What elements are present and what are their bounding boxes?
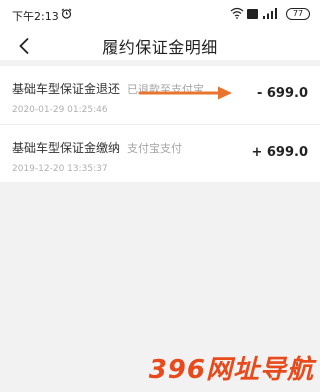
status-time: 下午2:13 (12, 10, 59, 23)
deposit-record-list: 基础车型保证金退还 已退款至支付宝 2020-01-29 01:25:46 - … (0, 66, 320, 182)
item-amount: + 699.0 (251, 145, 308, 160)
site-watermark: 396网址导航 (148, 355, 314, 385)
list-item[interactable]: 基础车型保证金退还 已退款至支付宝 2020-01-29 01:25:46 - … (0, 66, 320, 124)
alarm-icon (61, 8, 72, 19)
page-title: 履约保证金明细 (102, 38, 218, 57)
wifi-icon (230, 7, 244, 19)
status-bar: 下午2:13 77 (0, 0, 320, 32)
item-status: 支付宝支付 (127, 142, 183, 155)
item-amount: - 699.0 (256, 86, 308, 101)
item-time: 2020-01-29 01:25:46 (12, 105, 108, 115)
item-title: 基础车型保证金缴纳 (12, 141, 121, 155)
list-item[interactable]: 基础车型保证金缴纳 支付宝支付 2019-12-20 13:35:37 + 69… (0, 124, 320, 182)
nav-bar: 履约保证金明细 (0, 32, 320, 60)
hd-icon (247, 9, 258, 19)
item-title: 基础车型保证金退还 (12, 82, 121, 96)
battery-icon: 77 (286, 8, 310, 20)
signal-icon (263, 8, 277, 19)
item-time: 2019-12-20 13:35:37 (12, 164, 108, 174)
item-status: 已退款至支付宝 (127, 83, 205, 96)
